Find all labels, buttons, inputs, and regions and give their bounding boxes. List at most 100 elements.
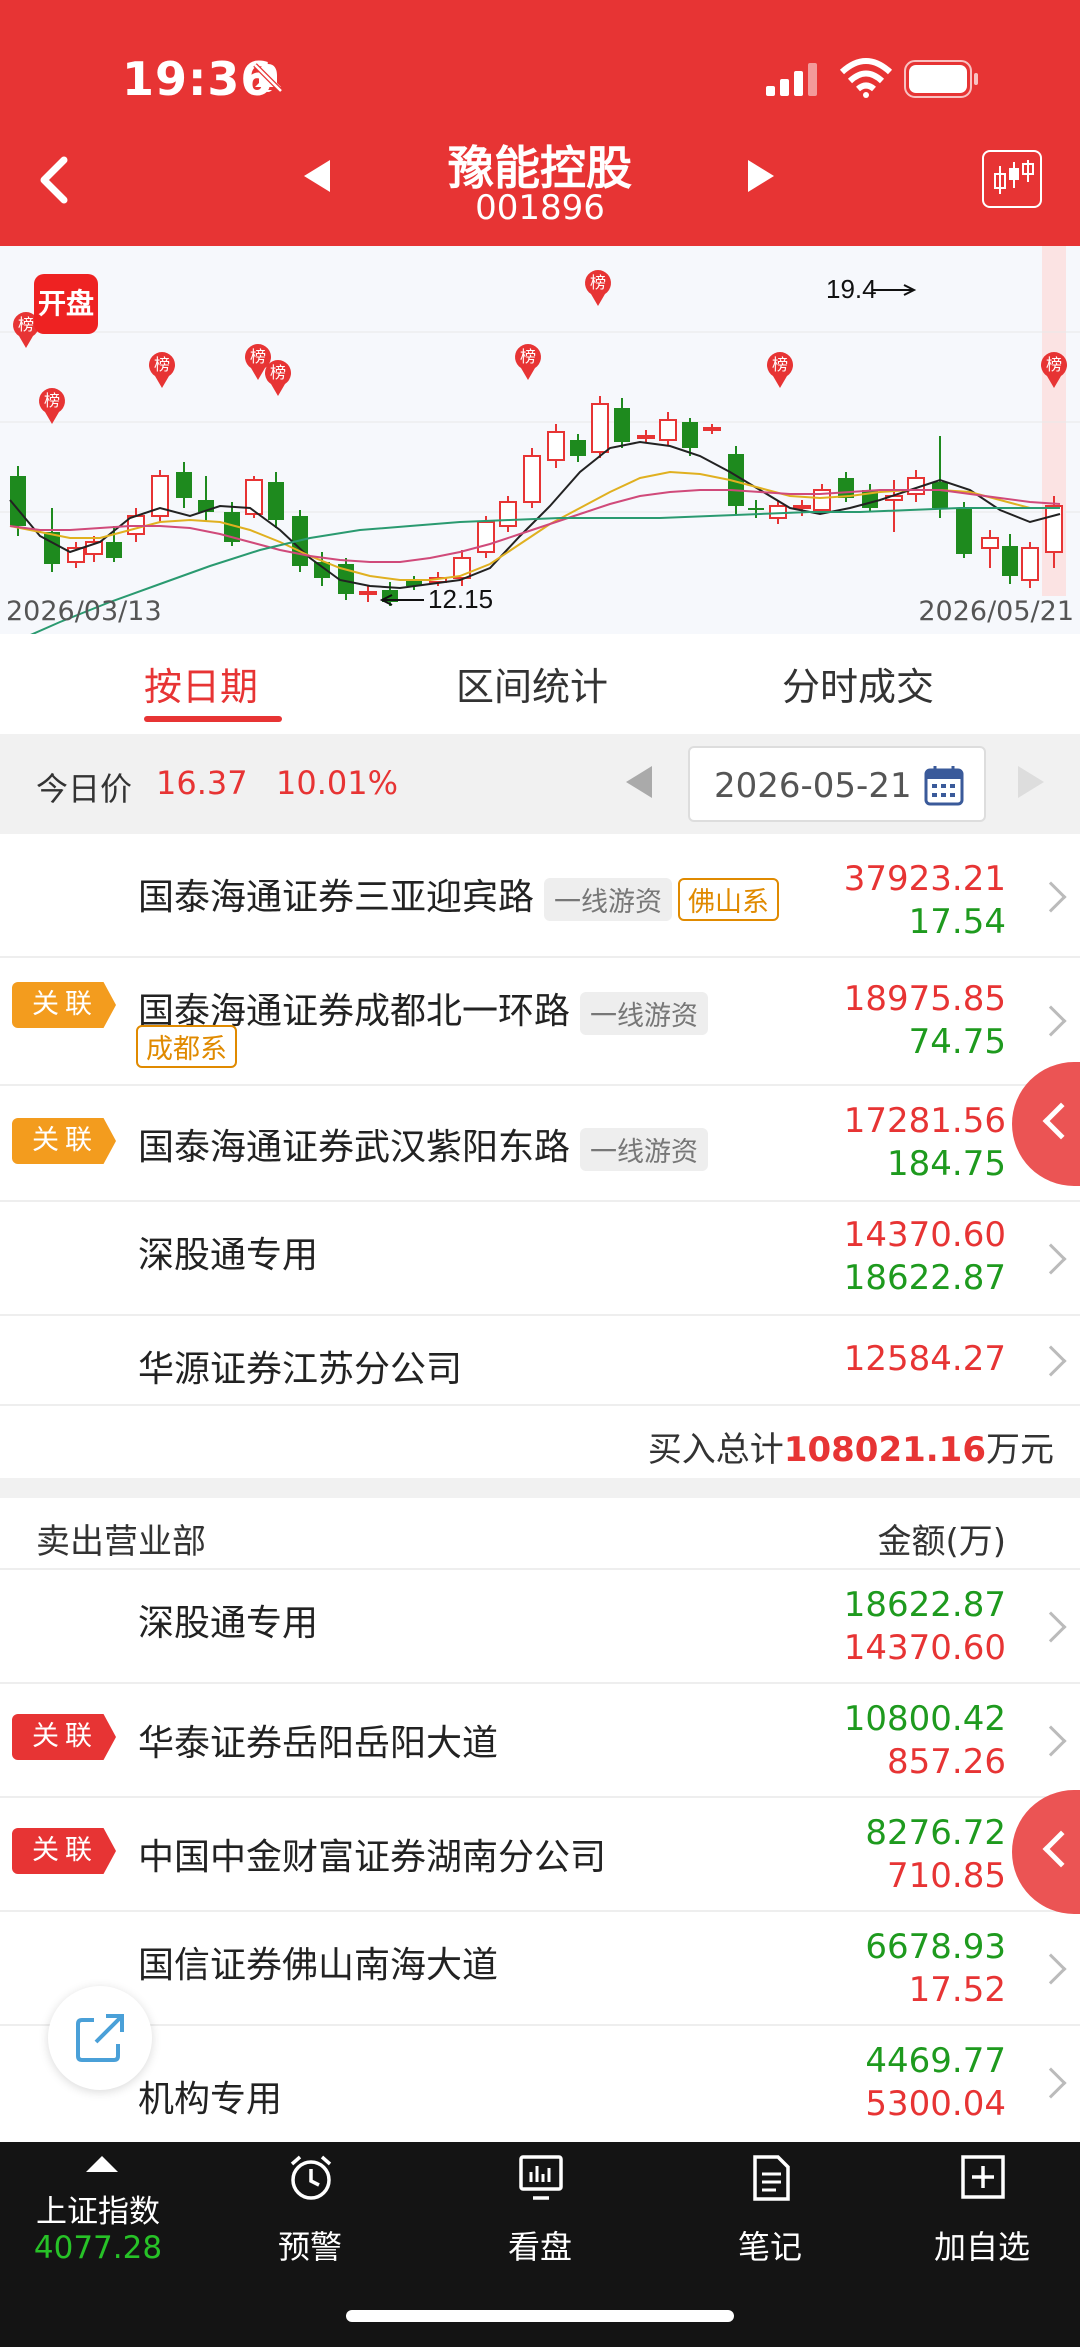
candle-body [245,479,263,515]
buy-amount: 17.52 [908,1970,1006,2010]
buy-total-value: 108021.16 [783,1430,986,1470]
kline-chart-button[interactable] [982,150,1042,208]
tag-group: 佛山系 [678,877,780,921]
sell-header-title: 卖出营业部 [36,1522,206,1562]
nav-watch[interactable]: 看盘 [432,2142,648,2282]
amounts: 18975.85 74.75 [844,978,1006,1064]
amounts: 8276.72 710.85 [865,1812,1006,1898]
buy-amount: 14370.60 [843,1628,1006,1668]
back-arrow-icon[interactable] [30,150,80,210]
sell-amount: 74.75 [908,1022,1006,1062]
candle-body [956,508,972,554]
candlestick-icon [994,160,1034,194]
chevron-right-icon [1035,1725,1067,1757]
sell-amount: 4469.77 [865,2041,1006,2081]
index-name: 上证指数 [36,2194,160,2230]
assoc-badge[interactable]: 关联 [12,1828,116,1874]
index-value: 4077.28 [33,2230,163,2266]
index-ticker[interactable]: 上证指数 4077.28 [0,2142,216,2282]
candle-body [748,508,764,510]
chevron-right-icon [1035,1005,1067,1037]
kline-chart[interactable]: 榜榜榜榜榜榜榜榜榜 19.4 12.15 开盘 2026/03/13 2026/… [0,246,1080,634]
today-price-label: 今日价 [36,770,133,808]
buy-row[interactable]: 关联 国泰海通证券成都北一环路 一线游资 成都系 18975.85 74.75 [0,958,1080,1086]
buy-row[interactable]: 华源证券江苏分公司 12584.27 [0,1316,1080,1406]
candle-body [176,472,192,498]
monitor-icon [519,2155,563,2200]
sell-row[interactable]: 国信证券佛山南海大道 6678.93 17.52 [0,1912,1080,2026]
chevron-right-icon [1035,1243,1067,1275]
next-date-button[interactable] [1018,766,1044,798]
wifi-icon [840,58,892,98]
buy-row[interactable]: 关联 国泰海通证券武汉紫阳东路 一线游资 17281.56 184.75 [0,1086,1080,1202]
next-stock-button[interactable] [748,160,774,192]
add-square-icon [961,2155,1005,2199]
assoc-badge[interactable]: 关联 [12,1118,116,1164]
amounts: 6678.93 17.52 [865,1926,1006,2012]
tag-hot-money: 一线游资 [580,991,709,1035]
sell-row[interactable]: 深股通专用 18622.87 14370.60 [0,1570,1080,1684]
sell-amount: 18622.87 [843,1585,1006,1625]
tab-range-stats[interactable]: 区间统计 [456,656,608,711]
candle-body [359,591,377,595]
high-annotation: 19.4 [826,274,877,304]
buy-amount: 17281.56 [843,1101,1006,1141]
candle-body [769,505,787,519]
candle-body [523,455,541,503]
buy-row[interactable]: 深股通专用 14370.60 18622.87 [0,1202,1080,1316]
tab-by-date[interactable]: 按日期 [144,656,258,711]
nav-notes[interactable]: 笔记 [662,2142,878,2282]
chart-start-date: 2026/03/13 [6,596,162,627]
battery-icon [904,60,978,98]
home-indicator [346,2310,734,2322]
date-picker[interactable]: 2026-05-21 [688,746,986,822]
open-badge[interactable]: 开盘 [34,274,98,334]
rank-marker-label: 榜 [590,273,606,292]
assoc-badge[interactable]: 关联 [12,982,116,1028]
sell-row[interactable]: 关联 华泰证券岳阳岳阳大道 10800.42 857.26 [0,1684,1080,1798]
broker-name: 华源证券江苏分公司 [138,1349,463,1390]
prev-stock-button[interactable] [304,160,330,192]
candle-body [106,542,122,558]
sell-amount: 6678.93 [865,1927,1006,1967]
alarm-clock-icon [290,2155,332,2200]
nav-add-watchlist[interactable]: 加自选 [874,2142,1080,2282]
sell-amount: 8276.72 [865,1813,1006,1853]
tag-hot-money: 一线游资 [544,877,673,921]
broker-name: 国泰海通证券三亚迎宾路 一线游资 佛山系 [138,868,780,921]
broker-name: 国泰海通证券武汉紫阳东路 一线游资 [138,1118,709,1171]
sell-row[interactable]: 机构专用 4469.77 5300.04 [0,2026,1080,2142]
candle-body [614,408,630,442]
prev-date-button[interactable] [626,766,652,798]
candle-body [1002,546,1018,576]
broker-tags-line2: 成都系 [136,1024,237,1068]
candle-body [793,505,811,509]
candle-body [981,537,999,549]
broker-name: 深股通专用 [138,1235,319,1276]
up-arrow-icon [86,2156,118,2172]
tab-intraday-trades[interactable]: 分时成交 [782,656,934,711]
buy-row[interactable]: 国泰海通证券三亚迎宾路 一线游资 佛山系 37923.21 17.54 [0,834,1080,958]
amounts: 18622.87 14370.60 [844,1584,1006,1670]
bell-muted-icon [253,63,283,93]
candle-body [591,403,609,453]
candle-body [637,435,655,439]
share-button[interactable] [48,1986,152,2090]
nav-alert[interactable]: 预警 [202,2142,418,2282]
amounts: 10800.42 857.26 [844,1698,1006,1784]
amounts: 37923.21 17.54 [844,858,1006,944]
stock-code: 001896 [475,188,605,228]
chart-end-date: 2026/05/21 [918,596,1074,627]
assoc-badge[interactable]: 关联 [12,1714,116,1760]
chevron-right-icon [1035,1611,1067,1643]
chevron-left-icon [1042,1102,1080,1140]
rank-marker-label: 榜 [270,363,286,382]
sell-amount: 184.75 [887,1144,1006,1184]
share-icon [76,2014,124,2062]
broker-name: 机构专用 [138,2079,283,2120]
rank-marker-label: 榜 [44,391,60,410]
buy-total-text: 买入总计108021.16万元 [647,1430,1054,1470]
sell-row[interactable]: 关联 中国中金财富证券湖南分公司 8276.72 710.85 [0,1798,1080,1912]
selected-date: 2026-05-21 [714,766,912,806]
buy-amount: 14370.60 [843,1215,1006,1255]
